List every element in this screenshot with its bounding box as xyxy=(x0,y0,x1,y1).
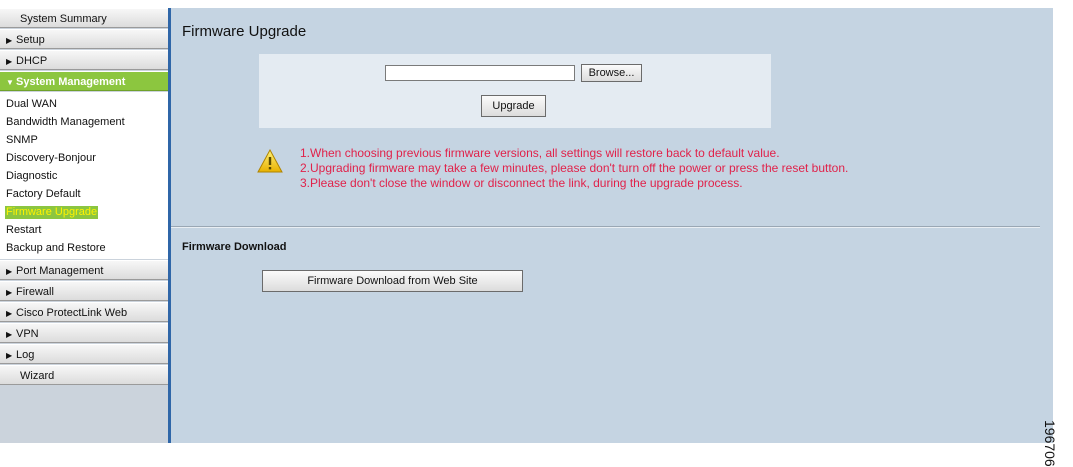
page-title: Firmware Upgrade xyxy=(182,23,307,40)
submenu-item-label: SNMP xyxy=(6,134,38,146)
sidebar-item-label: System Summary xyxy=(20,13,107,25)
warning-line: 2.Upgrading firmware may take a few minu… xyxy=(300,161,849,175)
warning-line: 3.Please don't close the window or disco… xyxy=(300,176,743,190)
upload-panel: Browse... Upgrade xyxy=(259,54,771,128)
upgrade-button[interactable]: Upgrade xyxy=(481,95,546,117)
submenu-item-label: Backup and Restore xyxy=(6,242,106,254)
chevron-right-icon: ▶ xyxy=(6,57,13,66)
sidebar-item-label: Setup xyxy=(16,34,45,46)
chevron-right-icon: ▶ xyxy=(6,36,13,45)
chevron-right-icon: ▶ xyxy=(6,267,13,276)
sidebar-item-label: Log xyxy=(16,349,35,361)
sidebar-item-label: Cisco ProtectLink Web xyxy=(16,307,128,319)
firmware-file-input[interactable] xyxy=(385,65,575,81)
system-management-submenu: Dual WAN Bandwidth Management SNMP Disco… xyxy=(0,92,168,259)
main-content: Firmware Upgrade Browse... Upgrade 1.Whe… xyxy=(171,8,1053,443)
chevron-right-icon: ▶ xyxy=(6,351,13,360)
submenu-item-label: Discovery-Bonjour xyxy=(6,152,96,164)
submenu-item-label: Bandwidth Management xyxy=(6,116,125,128)
sidebar-item-vpn[interactable]: ▶ VPN xyxy=(0,323,168,343)
sidebar-item-label: Port Management xyxy=(16,265,104,277)
sidebar-item-label: Wizard xyxy=(20,370,55,382)
figure-number: 196706 xyxy=(1042,420,1058,467)
sidebar-item-label: Firewall xyxy=(16,286,54,298)
submenu-item-dual-wan[interactable]: Dual WAN xyxy=(0,95,168,113)
firmware-download-heading: Firmware Download xyxy=(182,241,287,253)
sidebar-item-dhcp[interactable]: ▶ DHCP xyxy=(0,50,168,70)
submenu-item-label: Firmware Upgrade xyxy=(5,206,99,219)
sidebar-item-cisco-protectlink-web[interactable]: ▶ Cisco ProtectLink Web xyxy=(0,302,168,322)
submenu-item-firmware-upgrade[interactable]: Firmware Upgrade xyxy=(0,203,168,221)
firmware-download-button[interactable]: Firmware Download from Web Site xyxy=(262,270,523,292)
submenu-item-label: Restart xyxy=(6,224,42,236)
sidebar-item-firewall[interactable]: ▶ Firewall xyxy=(0,281,168,301)
sidebar: System Summary ▶ Setup ▶ DHCP ▼ System Mana… xyxy=(0,8,171,443)
sidebar-item-label: System Management xyxy=(16,76,126,88)
submenu-item-bandwidth-management[interactable]: Bandwidth Management xyxy=(0,113,168,131)
sidebar-item-port-management[interactable]: ▶ Port Management xyxy=(0,260,168,280)
chevron-right-icon: ▶ xyxy=(6,309,13,318)
submenu-item-diagnostic[interactable]: Diagnostic xyxy=(0,167,168,185)
sidebar-item-label: DHCP xyxy=(16,55,48,67)
warning-triangle-icon xyxy=(257,149,283,173)
submenu-item-discovery-bonjour[interactable]: Discovery-Bonjour xyxy=(0,149,168,167)
warning-text: 1.When choosing previous firmware versio… xyxy=(300,146,848,191)
submenu-item-backup-and-restore[interactable]: Backup and Restore xyxy=(0,239,168,257)
chevron-down-icon: ▼ xyxy=(6,78,14,87)
browse-button[interactable]: Browse... xyxy=(581,64,642,82)
sidebar-item-label: VPN xyxy=(16,328,39,340)
submenu-item-label: Factory Default xyxy=(6,188,81,200)
sidebar-item-system-management[interactable]: ▼ System Management xyxy=(0,71,168,91)
section-divider xyxy=(171,226,1040,228)
submenu-item-restart[interactable]: Restart xyxy=(0,221,168,239)
submenu-item-factory-default[interactable]: Factory Default xyxy=(0,185,168,203)
sidebar-item-setup[interactable]: ▶ Setup xyxy=(0,29,168,49)
chevron-right-icon: ▶ xyxy=(6,288,13,297)
chevron-right-icon: ▶ xyxy=(6,330,13,339)
submenu-item-label: Dual WAN xyxy=(6,98,57,110)
submenu-item-label: Diagnostic xyxy=(6,170,58,182)
sidebar-item-wizard[interactable]: Wizard xyxy=(0,365,168,385)
sidebar-item-log[interactable]: ▶ Log xyxy=(0,344,168,364)
submenu-item-snmp[interactable]: SNMP xyxy=(0,131,168,149)
sidebar-item-system-summary[interactable]: System Summary xyxy=(0,8,168,28)
warning-line: 1.When choosing previous firmware versio… xyxy=(300,146,780,160)
